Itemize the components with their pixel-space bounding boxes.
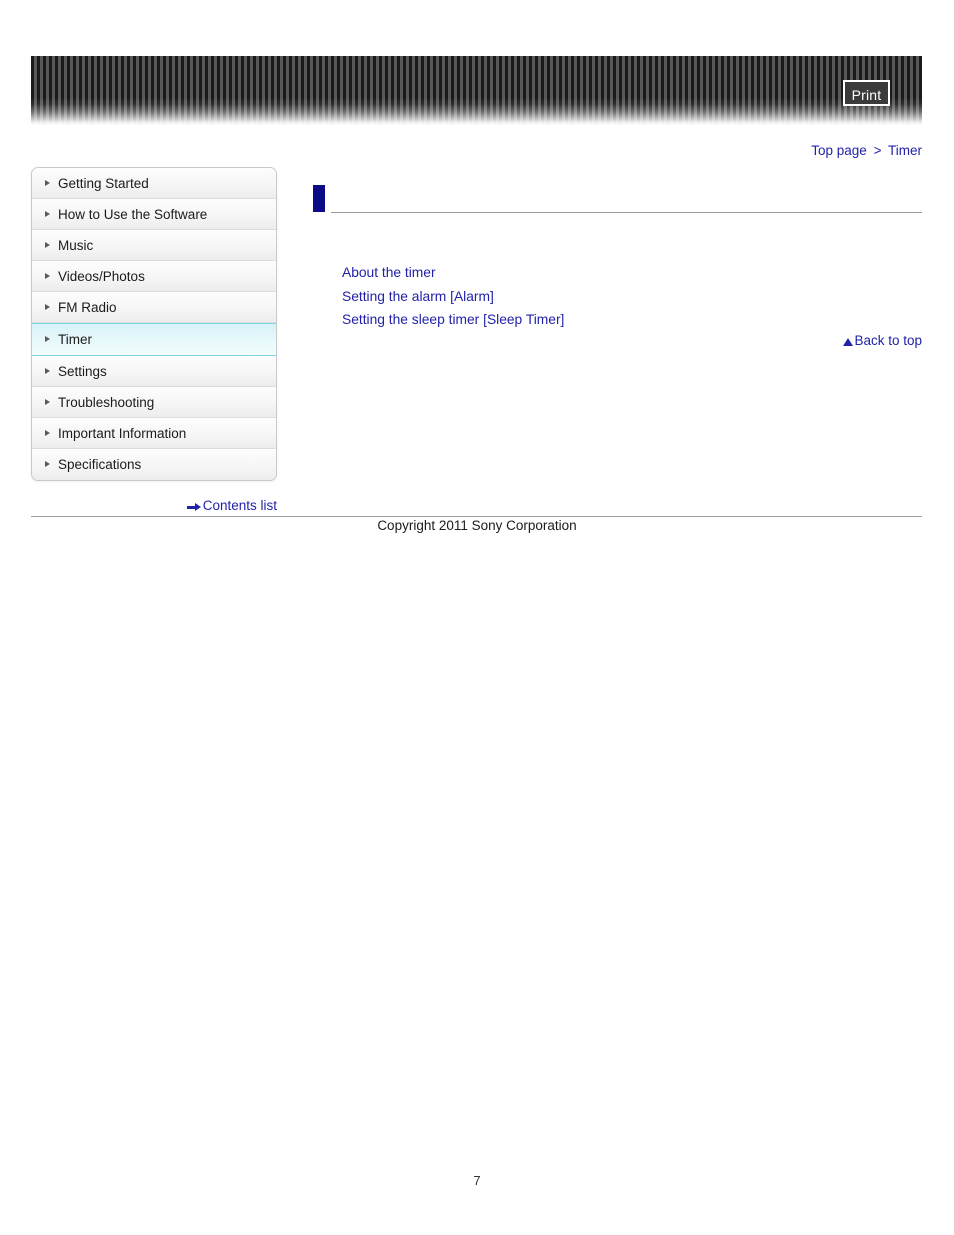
title-divider bbox=[331, 212, 922, 213]
sidebar-item-specifications[interactable]: Specifications bbox=[32, 449, 276, 480]
contents-list-row: Contents list bbox=[31, 498, 277, 513]
back-to-top-label: Back to top bbox=[854, 333, 922, 348]
back-to-top-row: Back to top bbox=[313, 333, 922, 348]
topic-link-setting-the-alarm[interactable]: Setting the alarm [Alarm] bbox=[342, 285, 564, 309]
topic-link-about-the-timer[interactable]: About the timer bbox=[342, 261, 564, 285]
sidebar-item-label: Videos/Photos bbox=[58, 269, 145, 284]
sidebar-item-timer[interactable]: Timer bbox=[32, 323, 276, 356]
triangle-right-icon bbox=[45, 398, 50, 405]
triangle-right-icon bbox=[45, 367, 50, 374]
sidebar-item-settings[interactable]: Settings bbox=[32, 356, 276, 387]
triangle-right-icon bbox=[45, 241, 50, 248]
contents-list-link[interactable]: Contents list bbox=[186, 498, 277, 513]
main-content: About the timer Setting the alarm [Alarm… bbox=[313, 185, 922, 348]
sidebar-item-how-to-use-the-software[interactable]: How to Use the Software bbox=[32, 199, 276, 230]
breadcrumb-top-page-link[interactable]: Top page bbox=[811, 143, 867, 158]
header-banner: Print bbox=[31, 56, 922, 125]
print-button[interactable]: Print bbox=[843, 80, 890, 106]
sidebar-item-label: FM Radio bbox=[58, 300, 117, 315]
sidebar-item-label: How to Use the Software bbox=[58, 207, 208, 222]
arrow-right-icon bbox=[186, 503, 201, 511]
page-title-row bbox=[313, 185, 922, 215]
triangle-right-icon bbox=[45, 461, 50, 467]
sidebar-item-label: Important Information bbox=[58, 426, 187, 441]
triangle-right-icon bbox=[45, 429, 50, 436]
sidebar-item-getting-started[interactable]: Getting Started bbox=[32, 168, 276, 199]
sidebar-item-label: Timer bbox=[58, 332, 92, 347]
sidebar-item-label: Settings bbox=[58, 364, 107, 379]
copyright-text: Copyright 2011 Sony Corporation bbox=[377, 518, 577, 533]
sidebar-item-fm-radio[interactable]: FM Radio bbox=[32, 292, 276, 323]
sidebar-item-videos-photos[interactable]: Videos/Photos bbox=[32, 261, 276, 292]
topic-link-setting-the-sleep-timer[interactable]: Setting the sleep timer [Sleep Timer] bbox=[342, 308, 564, 332]
triangle-right-icon bbox=[45, 272, 50, 279]
sidebar-item-label: Troubleshooting bbox=[58, 395, 155, 410]
breadcrumb-separator: > bbox=[873, 143, 882, 158]
triangle-right-icon bbox=[45, 336, 50, 342]
sidebar-item-label: Getting Started bbox=[58, 176, 149, 191]
title-marker-bar bbox=[313, 185, 325, 212]
page-number: 7 bbox=[473, 1173, 481, 1188]
sidebar-navigation: Getting Started How to Use the Software … bbox=[31, 167, 277, 481]
contents-list-label: Contents list bbox=[202, 498, 277, 513]
footer-divider bbox=[31, 516, 922, 517]
sidebar-item-important-information[interactable]: Important Information bbox=[32, 418, 276, 449]
sidebar-item-music[interactable]: Music bbox=[32, 230, 276, 261]
triangle-right-icon bbox=[45, 179, 50, 186]
sidebar-item-label: Music bbox=[58, 238, 94, 253]
sidebar-item-label: Specifications bbox=[58, 457, 142, 472]
breadcrumb-current-link[interactable]: Timer bbox=[888, 143, 922, 158]
sidebar-item-troubleshooting[interactable]: Troubleshooting bbox=[32, 387, 276, 418]
triangle-right-icon bbox=[45, 210, 50, 217]
back-to-top-link[interactable]: Back to top bbox=[843, 333, 922, 348]
breadcrumb: Top page > Timer bbox=[31, 143, 922, 158]
triangle-up-icon bbox=[843, 338, 854, 346]
topic-link-list: About the timer Setting the alarm [Alarm… bbox=[342, 261, 564, 332]
triangle-right-icon bbox=[45, 303, 50, 310]
